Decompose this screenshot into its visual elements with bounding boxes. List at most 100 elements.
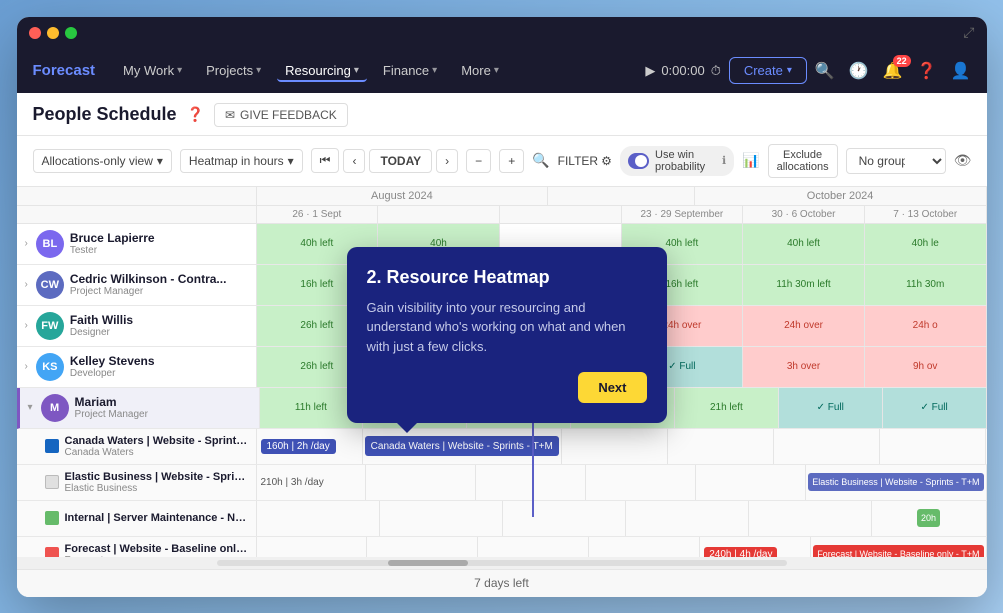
nav-item-mywork[interactable]: My Work ▾ xyxy=(115,59,190,82)
week-header: 26 · 1 Sept 23 · 29 September 30 · 6 Oct… xyxy=(17,206,987,224)
prev-button[interactable]: ‹ xyxy=(343,149,365,173)
cell xyxy=(380,501,503,536)
list-item: Forecast | Website - Baseline only - T+.… xyxy=(17,537,987,557)
cell: 210h | 3h /day xyxy=(257,465,367,500)
chevron-down-icon: ▾ xyxy=(256,65,261,76)
maximize-button[interactable] xyxy=(65,27,77,39)
cell xyxy=(478,537,589,557)
cell xyxy=(366,465,476,500)
week-3 xyxy=(500,206,622,223)
month-header: August 2024 October 2024 xyxy=(17,187,987,206)
chart-icon: 📊 xyxy=(742,152,759,169)
chevron-down-icon: ▾ xyxy=(28,402,33,413)
popup-next-button[interactable]: Next xyxy=(578,372,646,403)
nav-item-finance[interactable]: Finance ▾ xyxy=(375,59,445,82)
week-6: 7 · 13 October xyxy=(865,206,987,223)
chevron-down-icon: ▾ xyxy=(177,65,182,76)
avatar: M xyxy=(41,394,69,422)
project-label: Forecast | Website - Baseline only - T+.… xyxy=(17,537,257,557)
project-label: Internal | Server Maintenance - Non-b... xyxy=(17,501,257,536)
cell: 11h 30m xyxy=(865,265,987,305)
page-header: People Schedule ❓ ✉ GIVE FEEDBACK xyxy=(17,93,987,136)
next-button[interactable]: › xyxy=(436,149,458,173)
jump-to-start-button[interactable]: ⏮ xyxy=(311,148,340,173)
close-button[interactable] xyxy=(29,27,41,39)
timer-icon[interactable]: ⏱ xyxy=(711,63,721,79)
nav-item-more[interactable]: More ▾ xyxy=(453,59,507,82)
search-icon[interactable]: 🔍 xyxy=(532,152,549,169)
week-1: 26 · 1 Sept xyxy=(257,206,379,223)
play-icon[interactable]: ▶ xyxy=(645,63,655,79)
list-item: Canada Waters | Website - Sprints - ... … xyxy=(17,429,987,465)
horizontal-scrollbar[interactable] xyxy=(17,557,987,569)
heatmap-select[interactable]: Heatmap in hours ▾ xyxy=(180,149,303,173)
help-icon[interactable]: ❓ xyxy=(917,61,937,81)
exclude-allocations-button[interactable]: Exclude allocations xyxy=(768,144,838,178)
chevron-right-icon: › xyxy=(25,238,28,249)
notification-badge: 22 xyxy=(893,55,911,67)
nav-timer: ▶ 0:00:00 ⏱ xyxy=(645,63,721,79)
chevron-right-icon: › xyxy=(25,279,28,290)
notifications-bell[interactable]: 🔔 22 xyxy=(883,61,903,81)
project-label: Elastic Business | Website - Sprints - .… xyxy=(17,465,257,500)
cell: 11h 30m left xyxy=(743,265,865,305)
cell: Canada Waters | Website - Sprints - T+M xyxy=(363,429,562,464)
page-help-icon[interactable]: ❓ xyxy=(187,106,204,123)
week-4: 23 · 29 September xyxy=(622,206,744,223)
nav-item-resourcing[interactable]: Resourcing ▾ xyxy=(277,59,367,82)
zoom-out-button[interactable]: − xyxy=(466,149,491,173)
cell xyxy=(586,465,696,500)
scrollbar-track[interactable] xyxy=(217,560,787,566)
week-5: 30 · 6 October xyxy=(743,206,865,223)
nav-item-projects[interactable]: Projects ▾ xyxy=(198,59,269,82)
cell: Elastic Business | Website - Sprints - T… xyxy=(806,465,986,500)
scrollbar-thumb[interactable] xyxy=(388,560,468,566)
fullscreen-icon[interactable]: ⤢ xyxy=(963,24,974,41)
today-button[interactable]: TODAY xyxy=(369,149,432,173)
filter-icon: ⚙ xyxy=(601,154,612,168)
project-color xyxy=(45,511,59,525)
cell: 240h | 4h /day xyxy=(700,537,811,557)
cell xyxy=(367,537,478,557)
eye-icon[interactable]: 👁 xyxy=(954,152,972,169)
month-sep xyxy=(548,187,694,205)
profile-icon[interactable]: 👤 xyxy=(951,61,971,81)
chevron-down-icon: ▾ xyxy=(157,154,163,168)
app-window: ⤢ Forecast My Work ▾ Projects ▾ Resourci… xyxy=(17,17,987,597)
search-icon[interactable]: 🔍 xyxy=(815,61,835,81)
view-select[interactable]: Allocations-only view ▾ xyxy=(33,149,172,173)
cell: 3h over xyxy=(743,347,865,387)
win-probability-toggle: Use win probability ℹ xyxy=(620,146,734,176)
chevron-down-icon: ▾ xyxy=(787,65,792,76)
avatar: FW xyxy=(36,312,64,340)
feedback-button[interactable]: ✉ GIVE FEEDBACK xyxy=(214,103,348,127)
person-label-bruce[interactable]: › BL Bruce Lapierre Tester xyxy=(17,224,257,264)
person-label-cedric[interactable]: › CW Cedric Wilkinson - Contra... Projec… xyxy=(17,265,257,305)
person-label-mariam[interactable]: ▾ M Mariam Project Manager xyxy=(20,388,260,428)
cell: ✓ Full xyxy=(883,388,987,428)
heatmap-popup: 2. Resource Heatmap Gain visibility into… xyxy=(347,247,667,424)
cell xyxy=(589,537,700,557)
cell xyxy=(668,429,774,464)
cell: 40h left xyxy=(743,224,865,264)
cell: 160h | 2h /day xyxy=(257,429,363,464)
cell xyxy=(503,501,626,536)
zoom-in-button[interactable]: + xyxy=(499,149,524,173)
avatar: CW xyxy=(36,271,64,299)
cell: Forecast | Website - Baseline only - T+M xyxy=(811,537,986,557)
list-item: Elastic Business | Website - Sprints - .… xyxy=(17,465,987,501)
person-label-faith[interactable]: › FW Faith Willis Designer xyxy=(17,306,257,346)
grouping-select[interactable]: No grouping xyxy=(846,148,946,174)
page-title: People Schedule xyxy=(33,104,177,125)
cell: ✓ Full xyxy=(779,388,883,428)
minimize-button[interactable] xyxy=(47,27,59,39)
popup-text: Gain visibility into your resourcing and… xyxy=(367,298,647,357)
feedback-icon: ✉ xyxy=(225,108,235,122)
chevron-down-icon: ▾ xyxy=(288,154,294,168)
person-label-kelley[interactable]: › KS Kelley Stevens Developer xyxy=(17,347,257,387)
create-button[interactable]: Create ▾ xyxy=(729,57,807,84)
win-probability-switch[interactable] xyxy=(628,153,649,169)
history-icon[interactable]: 🕐 xyxy=(849,61,869,81)
filter-button[interactable]: FILTER ⚙ xyxy=(558,154,612,168)
cell: 24h over xyxy=(743,306,865,346)
